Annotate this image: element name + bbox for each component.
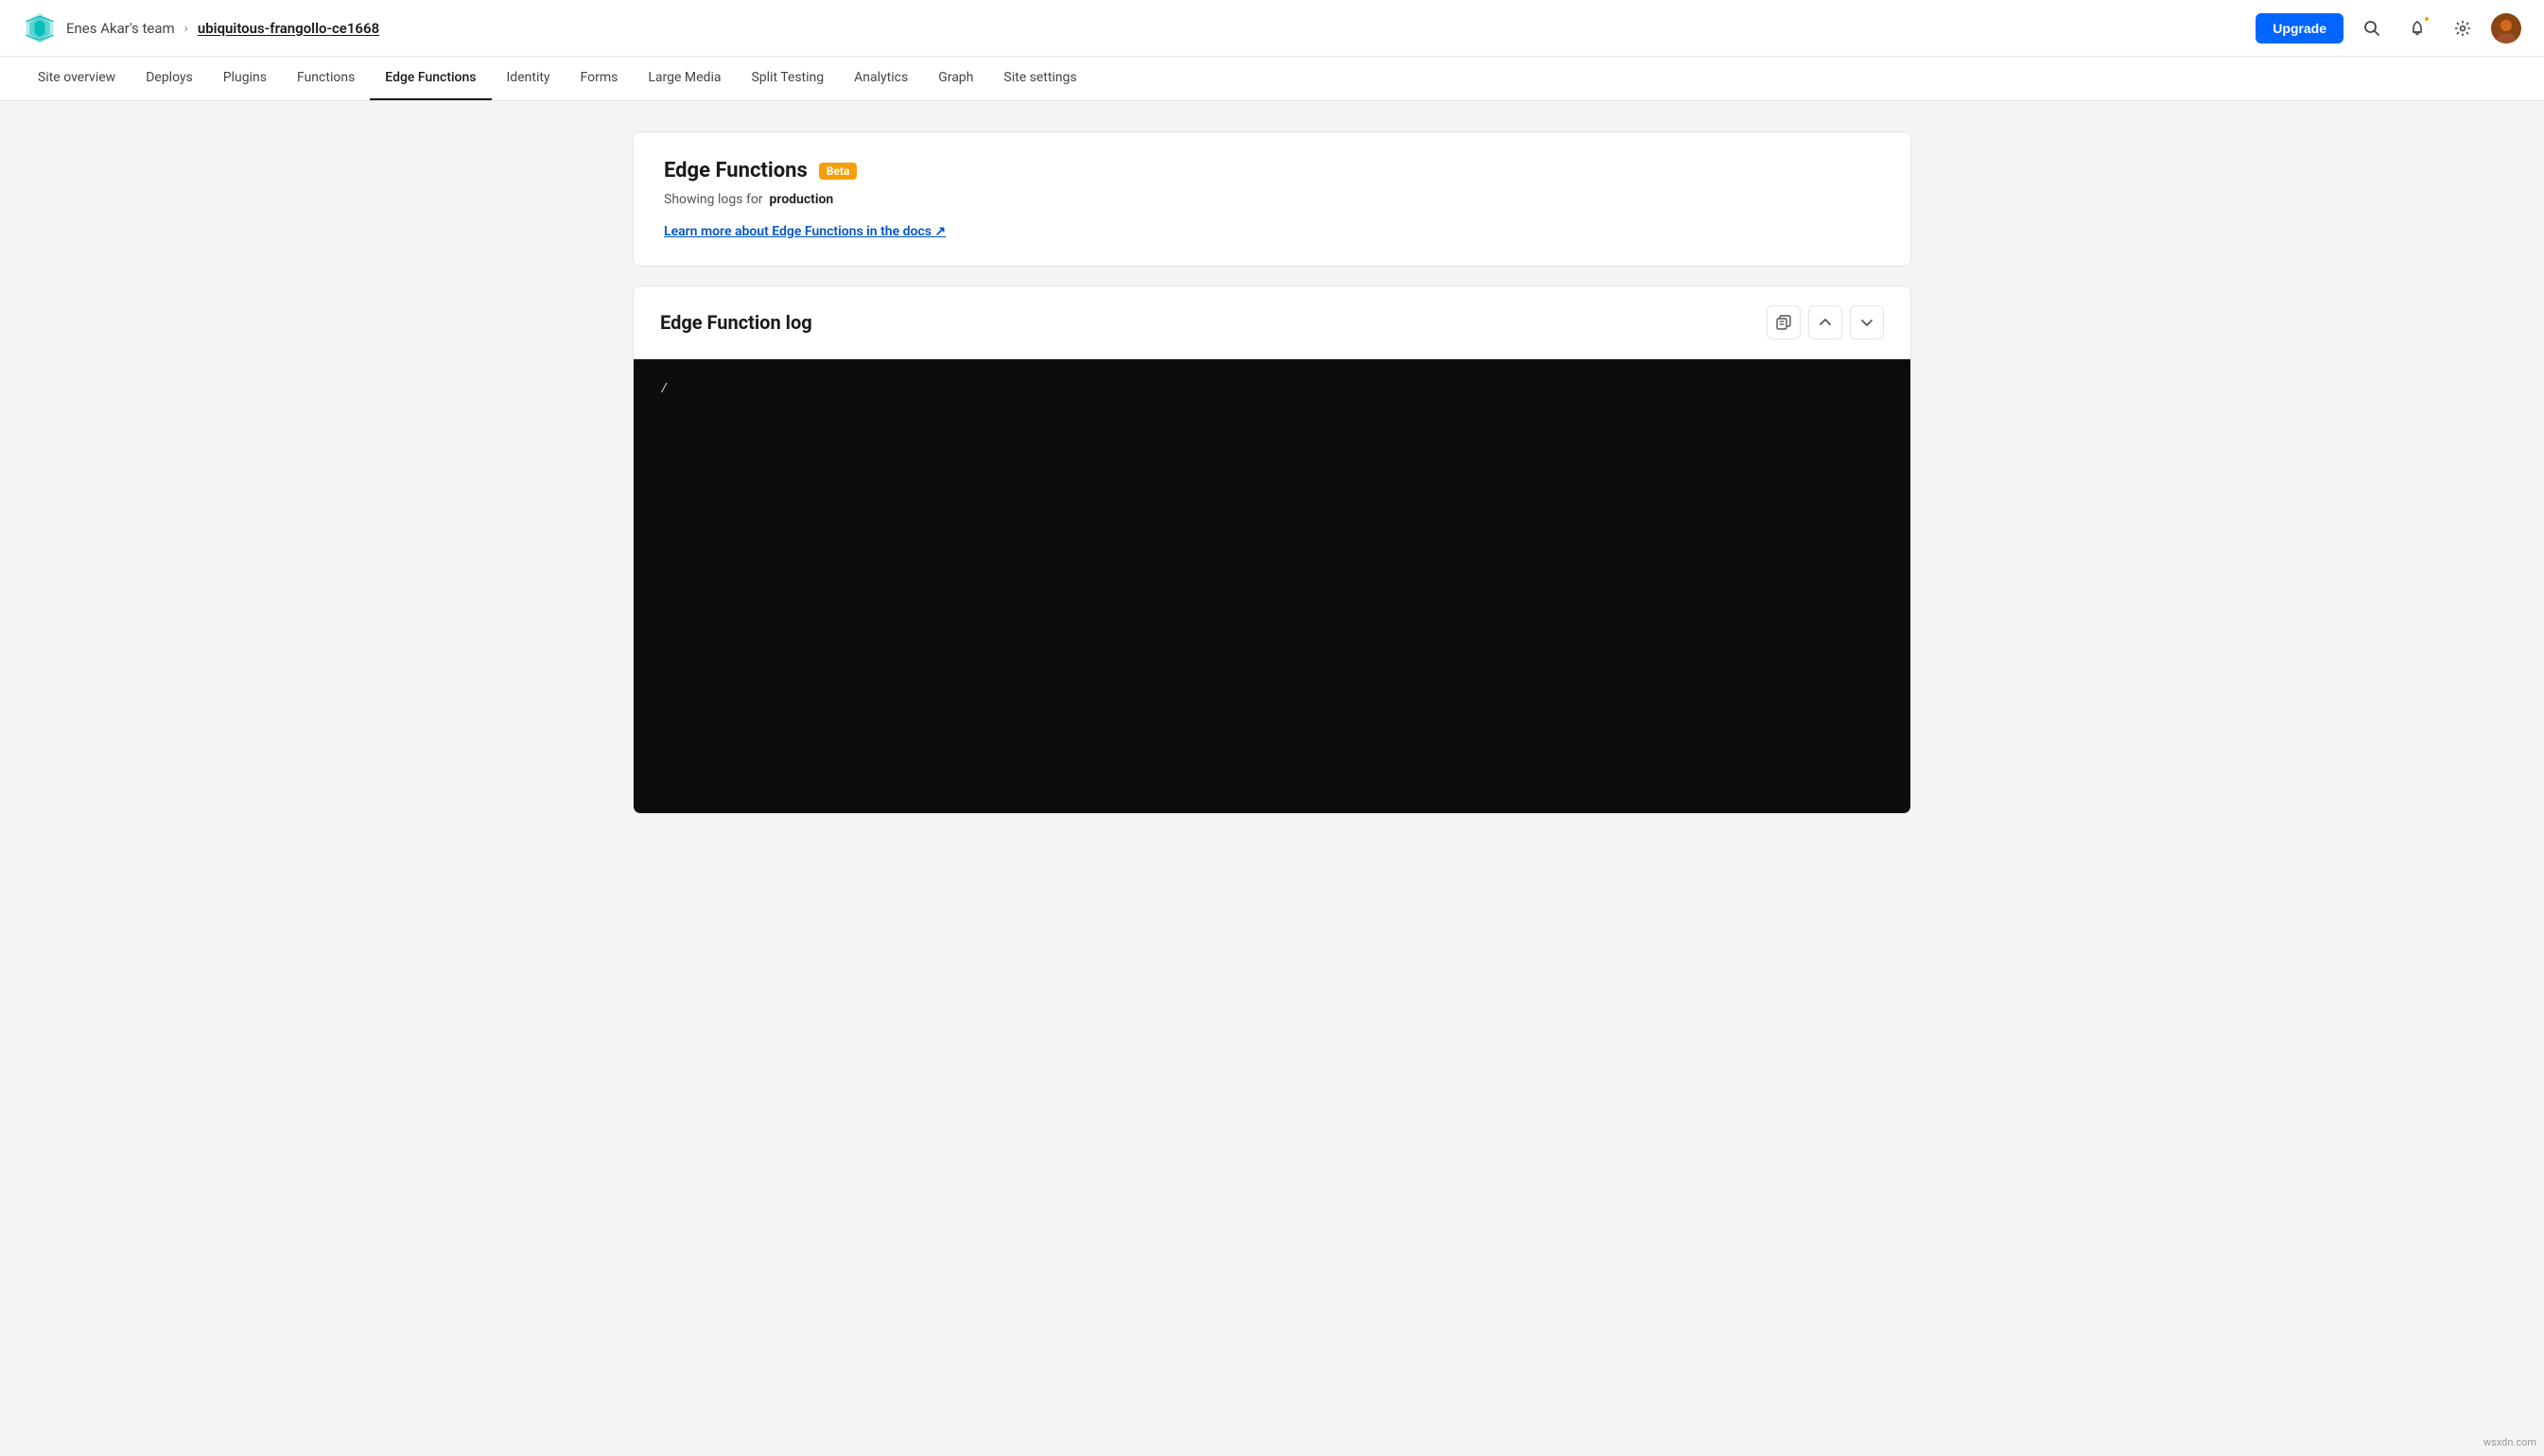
log-controls bbox=[1767, 305, 1884, 339]
card-subtitle: Showing logs for production bbox=[664, 192, 1880, 207]
log-card: Edge Function log bbox=[633, 286, 1911, 814]
gear-icon bbox=[2454, 20, 2471, 37]
nav-analytics[interactable]: Analytics bbox=[839, 57, 923, 100]
beta-badge: Beta bbox=[819, 163, 858, 180]
nav-site-settings[interactable]: Site settings bbox=[988, 57, 1091, 100]
settings-button[interactable] bbox=[2446, 11, 2480, 45]
nav-split-testing[interactable]: Split Testing bbox=[736, 57, 839, 100]
card-title-row: Edge Functions Beta bbox=[664, 159, 1880, 182]
bell-icon bbox=[2409, 20, 2426, 37]
site-name[interactable]: ubiquitous-frangollo-ce1668 bbox=[198, 20, 379, 37]
team-name: Enes Akar's team bbox=[66, 20, 175, 37]
netlify-logo bbox=[23, 11, 57, 45]
nav-functions[interactable]: Functions bbox=[282, 57, 370, 100]
page-title: Edge Functions bbox=[664, 159, 808, 182]
header: Enes Akar's team › ubiquitous-frangollo-… bbox=[0, 0, 2544, 57]
nav-identity[interactable]: Identity bbox=[492, 57, 566, 100]
nav-graph[interactable]: Graph bbox=[923, 57, 988, 100]
subtitle-prefix: Showing logs for bbox=[664, 192, 763, 207]
upgrade-button[interactable]: Upgrade bbox=[2256, 13, 2344, 43]
copy-log-button[interactable] bbox=[1767, 305, 1801, 339]
log-terminal[interactable]: / bbox=[634, 359, 1910, 813]
arrow-up-icon bbox=[1819, 316, 1832, 329]
notifications-button[interactable] bbox=[2400, 11, 2434, 45]
main-nav: Site overview Deploys Plugins Functions … bbox=[0, 57, 2544, 101]
nav-large-media[interactable]: Large Media bbox=[633, 57, 736, 100]
search-icon bbox=[2363, 20, 2380, 37]
search-button[interactable] bbox=[2355, 11, 2389, 45]
main-content: Edge Functions Beta Showing logs for pro… bbox=[610, 101, 1934, 844]
nav-edge-functions[interactable]: Edge Functions bbox=[370, 57, 491, 100]
avatar-image bbox=[2491, 13, 2521, 43]
log-title: Edge Function log bbox=[660, 311, 812, 334]
docs-link[interactable]: Learn more about Edge Functions in the d… bbox=[664, 224, 946, 239]
nav-site-overview[interactable]: Site overview bbox=[23, 57, 131, 100]
notification-dot bbox=[2423, 15, 2431, 23]
avatar[interactable] bbox=[2491, 13, 2521, 43]
nav-plugins[interactable]: Plugins bbox=[208, 57, 282, 100]
breadcrumb-arrow: › bbox=[184, 21, 188, 36]
scroll-down-button[interactable] bbox=[1850, 305, 1884, 339]
copy-icon bbox=[1776, 315, 1791, 330]
header-left: Enes Akar's team › ubiquitous-frangollo-… bbox=[23, 11, 2244, 45]
log-header: Edge Function log bbox=[634, 286, 1910, 359]
scroll-up-button[interactable] bbox=[1808, 305, 1842, 339]
info-card: Edge Functions Beta Showing logs for pro… bbox=[633, 131, 1911, 267]
log-content: / bbox=[660, 382, 668, 397]
nav-deploys[interactable]: Deploys bbox=[131, 57, 208, 100]
header-right: Upgrade bbox=[2256, 11, 2521, 45]
nav-forms[interactable]: Forms bbox=[566, 57, 634, 100]
subtitle-env: production bbox=[770, 192, 834, 207]
watermark: wsxdn.com bbox=[2483, 1436, 2536, 1448]
arrow-down-icon bbox=[1860, 316, 1873, 329]
